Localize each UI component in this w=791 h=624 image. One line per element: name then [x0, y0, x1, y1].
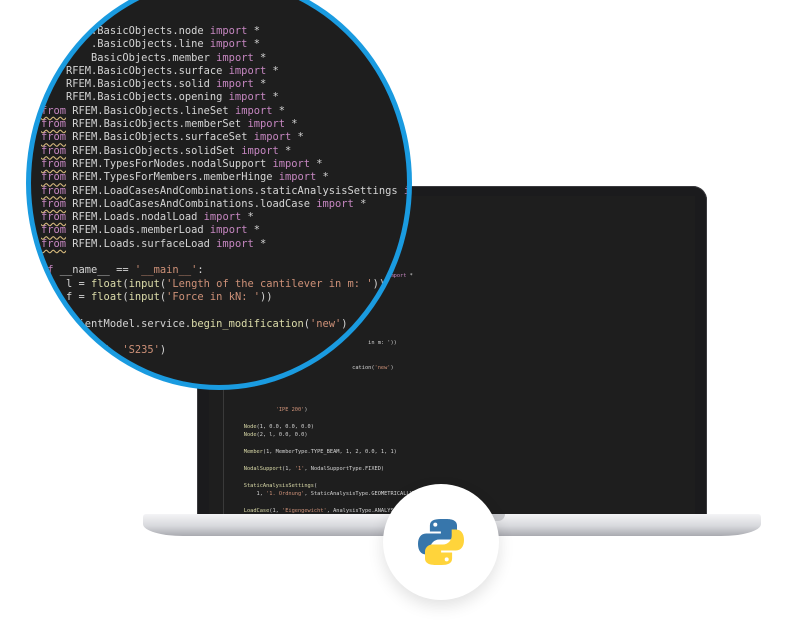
code-line: from RFEM.BasicObjects.memberSet import … [41, 118, 298, 131]
code-line: from RFEM.TypesForMembers.memberHinge im… [41, 171, 329, 184]
code-line: RFEM.BasicObjects.surface import * [41, 64, 279, 77]
code-line: 'IPE 200') [275, 407, 308, 414]
code-line: BasicObjects.member import * [41, 51, 267, 64]
python-badge [383, 484, 499, 600]
code-line: f = float(input('Force in kN: ')) [41, 290, 273, 303]
code-line: from RFEM.Loads.surfaceLoad import * [41, 237, 267, 250]
code-line: from RFEM.BasicObjects.lineSet import * [41, 104, 285, 117]
code-line: from RFEM.BasicObjects.solidSet import * [41, 144, 292, 157]
python-logo-icon [418, 519, 464, 565]
code-line: RFEM.BasicObjects.solid import * [41, 78, 267, 91]
code-line: from RFEM.TypesForNodes.nodalSupport imp… [41, 157, 323, 170]
code-line: RFEM.BasicObjects.opening import * [41, 91, 279, 104]
code-line: from RFEM.LoadCasesAndCombinations.loadC… [41, 197, 367, 210]
code-line: 5 200') [103, 370, 148, 383]
code-line: al(1, 'S235') [41, 344, 167, 357]
code-line: StaticAnalysisSettings( [243, 482, 318, 489]
magnified-code: .BasicObjects.node import * .BasicObject… [41, 25, 411, 384]
code-line: from RFEM.BasicObjects.surfaceSet import… [41, 131, 304, 144]
magnified-code-circle: .BasicObjects.node import * .BasicObject… [26, 0, 412, 390]
code-line: from RFEM.Loads.memberLoad import * [41, 224, 260, 237]
code-line: .BasicObjects.line import * [41, 38, 260, 51]
code-line: Member(1, MemberType.TYPE_BEAM, 1, 2, 0.… [243, 449, 397, 456]
code-line: clientModel.service.begin_modification('… [41, 317, 348, 330]
code-line: from RFEM.LoadCasesAndCombinations.stati… [41, 184, 411, 197]
code-line: if __name__ == '__main__': [41, 264, 204, 277]
code-line: Node(1, 0.0, 0.0, 0.0) [243, 423, 314, 430]
code-line: Node(2, l, 0.0, 0.0) [243, 432, 308, 439]
code-line: .BasicObjects.node import * [41, 25, 260, 37]
code-line: l = float(input('Length of the cantileve… [41, 277, 386, 290]
code-line: NodalSupport(1, '1', NodalSupportType.FI… [243, 466, 385, 472]
code-line: from RFEM.Loads.nodalLoad import * [41, 211, 254, 224]
